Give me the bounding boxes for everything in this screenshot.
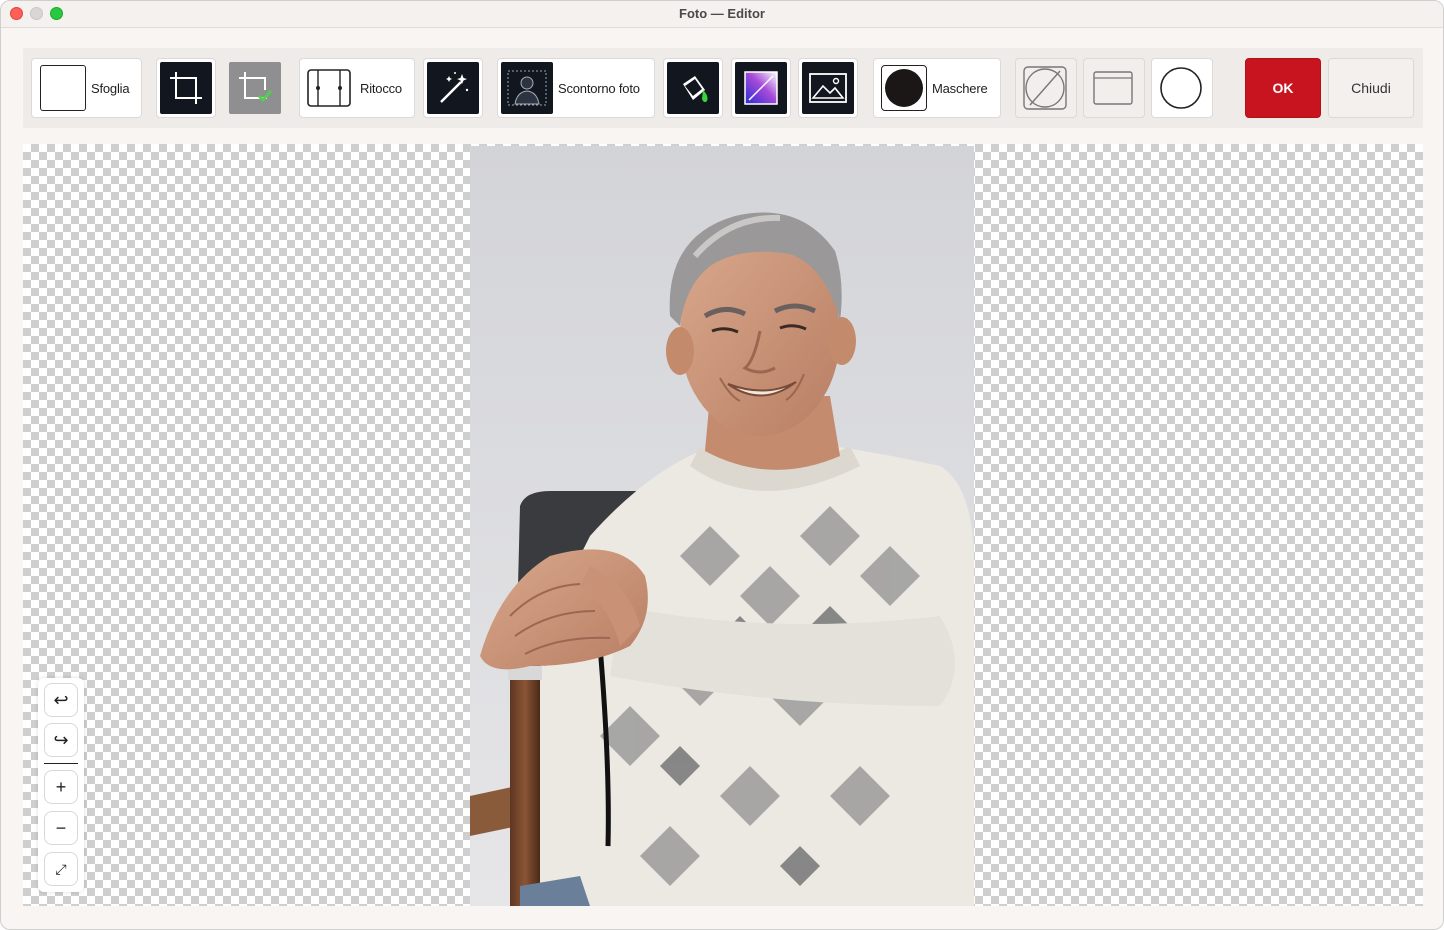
crop-button[interactable] bbox=[156, 58, 216, 118]
image-icon bbox=[802, 62, 854, 114]
background-removal-button[interactable]: Scontorno foto bbox=[497, 58, 655, 118]
person-cutout-icon bbox=[501, 62, 553, 114]
apply-crop-button[interactable] bbox=[225, 58, 285, 118]
image-canvas[interactable] bbox=[23, 144, 1423, 906]
fit-to-screen-button[interactable]: ⤢ bbox=[44, 852, 78, 886]
gradient-button[interactable] bbox=[731, 58, 791, 118]
redo-icon: ↪ bbox=[53, 729, 69, 750]
circle-mask-button[interactable] bbox=[1151, 58, 1213, 118]
toolbar: Sfoglia Ritocco Scontorno foto Maschere … bbox=[23, 48, 1423, 128]
zoom-in-icon: + bbox=[55, 776, 67, 797]
retouch-button[interactable]: Ritocco bbox=[299, 58, 415, 118]
masks-button[interactable]: Maschere bbox=[873, 58, 1001, 118]
editor-window: Foto — Editor Sfoglia Ritocco Scontorno … bbox=[0, 0, 1444, 930]
zoom-history-panel: ↩ ↪ + − ⤢ bbox=[38, 678, 84, 892]
panel-divider bbox=[44, 763, 78, 764]
fill-button[interactable] bbox=[663, 58, 723, 118]
paint-bucket-icon bbox=[667, 62, 719, 114]
fit-screen-icon: ⤢ bbox=[55, 860, 67, 877]
undo-icon: ↩ bbox=[53, 689, 69, 710]
image-background-button[interactable] bbox=[798, 58, 858, 118]
background-removal-label: Scontorno foto bbox=[558, 80, 640, 96]
photo-elderly-man[interactable] bbox=[470, 146, 974, 906]
no-shape-icon bbox=[1019, 62, 1071, 114]
gradient-icon bbox=[735, 62, 787, 114]
crop-check-icon bbox=[229, 62, 281, 114]
close-button[interactable]: Chiudi bbox=[1328, 58, 1414, 118]
no-mask-button[interactable] bbox=[1015, 58, 1077, 118]
zoom-in-button[interactable]: + bbox=[44, 770, 78, 804]
title-bar: Foto — Editor bbox=[1, 1, 1443, 28]
rectangle-mask-button[interactable] bbox=[1083, 58, 1145, 118]
magic-wand-icon bbox=[427, 62, 479, 114]
zoom-out-button[interactable]: − bbox=[44, 811, 78, 845]
circle-icon bbox=[1155, 62, 1207, 114]
browse-label: Sfoglia bbox=[91, 80, 130, 96]
circle-mask-icon bbox=[881, 65, 927, 111]
masks-label: Maschere bbox=[932, 80, 988, 96]
retouch-label: Ritocco bbox=[360, 80, 402, 96]
zoom-out-icon: − bbox=[55, 817, 67, 838]
magic-wand-button[interactable] bbox=[423, 58, 483, 118]
retouch-frame-icon bbox=[303, 62, 355, 114]
crop-icon bbox=[160, 62, 212, 114]
ok-button[interactable]: OK bbox=[1245, 58, 1321, 118]
rectangle-icon bbox=[1087, 62, 1139, 114]
browse-button[interactable]: Sfoglia bbox=[31, 58, 142, 118]
redo-button[interactable]: ↪ bbox=[44, 723, 78, 757]
window-title: Foto — Editor bbox=[679, 6, 765, 21]
blank-frame-icon bbox=[40, 65, 86, 111]
undo-button[interactable]: ↩ bbox=[44, 683, 78, 717]
